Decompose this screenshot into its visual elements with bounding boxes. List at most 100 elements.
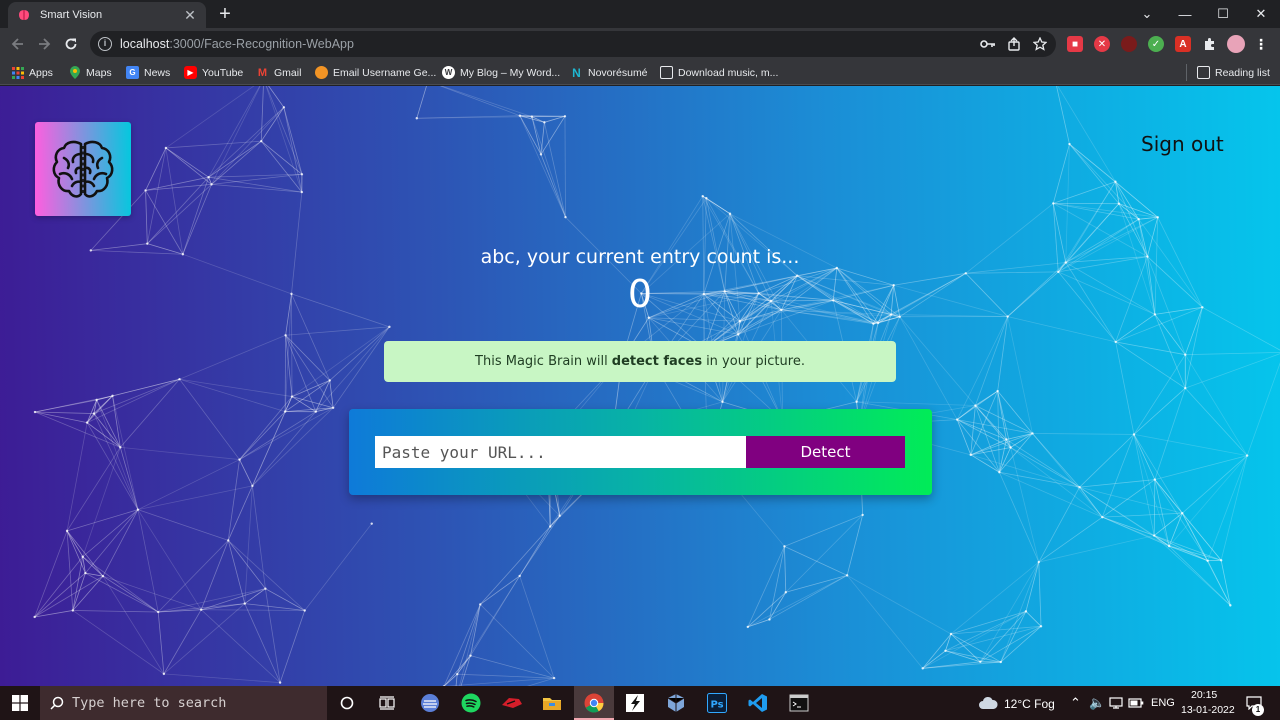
particle-link [283, 107, 303, 193]
particle-dot [33, 615, 36, 619]
virtualbox-icon[interactable] [664, 691, 688, 715]
particle-link [102, 575, 159, 613]
battery-icon[interactable] [1127, 691, 1145, 715]
particle-link [1038, 535, 1155, 563]
particle-dot [552, 676, 556, 680]
reading-list-icon [1197, 66, 1210, 79]
particle-link [1185, 351, 1280, 356]
particle-dot [1068, 142, 1071, 146]
particle-link [846, 575, 952, 635]
particle-link [200, 609, 281, 683]
particle-dot [92, 412, 96, 415]
maximize-button[interactable]: ☐ [1204, 0, 1242, 28]
key-icon[interactable] [980, 36, 996, 52]
particle-dot [415, 117, 418, 120]
volume-icon[interactable]: 🔈 [1089, 695, 1105, 711]
search-icon [50, 696, 64, 710]
address-bar[interactable]: i localhost:3000/Face-Recognition-WebApp [90, 31, 1056, 57]
chrome-icon[interactable] [582, 691, 606, 715]
app-lines-icon[interactable] [418, 691, 442, 715]
bookmark-email-username[interactable]: Email Username Ge... [315, 64, 436, 81]
download-page-icon [660, 66, 673, 79]
task-view-icon[interactable] [375, 691, 399, 715]
particle-link [1207, 455, 1248, 561]
command-prompt-icon[interactable] [787, 691, 811, 715]
block-extension-icon[interactable]: ✕ [1094, 36, 1110, 52]
adblock-extension-icon[interactable]: ■ [1067, 36, 1083, 52]
bookmark-novoresume[interactable]: N Novorésumé [570, 64, 648, 81]
weather-text[interactable]: 12°C Fog [1004, 697, 1055, 711]
particle-link [34, 411, 88, 424]
extensions-puzzle-icon[interactable] [1202, 36, 1218, 52]
bookmark-label: Maps [86, 66, 112, 79]
clock-time[interactable]: 20:15 [1191, 689, 1217, 701]
reload-icon[interactable] [59, 32, 83, 56]
weather-cloud-icon[interactable] [975, 691, 1001, 715]
spotify-icon[interactable] [459, 691, 483, 715]
pdf-extension-icon[interactable]: A [1175, 36, 1191, 52]
particle-dot [549, 525, 552, 528]
back-arrow-icon[interactable] [6, 32, 30, 56]
particle-dot [1184, 353, 1187, 356]
particle-dot [784, 591, 788, 594]
file-explorer-icon[interactable] [540, 691, 564, 715]
profile-avatar[interactable] [1227, 35, 1245, 53]
particle-link [72, 610, 159, 613]
particle-link [1185, 353, 1280, 389]
particle-link [227, 540, 246, 604]
particle-link [1079, 486, 1183, 514]
image-url-input[interactable] [375, 436, 746, 468]
particle-link [266, 86, 303, 175]
particle-link [1102, 516, 1155, 536]
brain-favicon-icon [16, 7, 32, 23]
particle-link [440, 86, 533, 118]
browser-menu-icon[interactable]: ⋮ [1253, 36, 1269, 52]
particle-link [283, 107, 303, 175]
taskbar-search-box[interactable]: Type here to search [40, 686, 327, 720]
detect-button[interactable]: Detect [746, 436, 905, 468]
language-indicator[interactable]: ENG [1151, 697, 1175, 709]
particle-dot [701, 195, 704, 198]
particle-link [285, 326, 390, 336]
minimize-button[interactable]: — [1166, 0, 1204, 28]
network-monitor-icon[interactable] [1107, 691, 1125, 715]
particle-link [66, 530, 84, 557]
youtube-icon: ▶ [184, 66, 197, 79]
particle-link [93, 413, 139, 510]
bookmark-gmail[interactable]: M Gmail [256, 64, 302, 81]
tray-overflow-chevron-icon[interactable]: ⌃ [1070, 695, 1081, 711]
new-tab-button[interactable]: + [214, 4, 236, 26]
game-app-icon[interactable] [500, 691, 524, 715]
particle-dot [207, 175, 210, 179]
reading-list-button[interactable]: Reading list [1186, 64, 1270, 81]
clock-date[interactable]: 13-01-2022 [1181, 704, 1235, 716]
bookmark-download-music[interactable]: Download music, m... [660, 64, 778, 81]
bookmark-news[interactable]: G News [126, 64, 170, 81]
notification-count-badge: 1 [1252, 704, 1264, 716]
particle-dot [564, 215, 567, 219]
forward-arrow-icon[interactable] [32, 32, 56, 56]
vscode-icon[interactable] [746, 691, 770, 715]
particle-link [72, 575, 104, 611]
cortana-circle-icon[interactable] [335, 691, 359, 715]
grammar-extension-icon[interactable]: ✓ [1148, 36, 1164, 52]
bookmark-label: Novorésumé [588, 66, 648, 79]
bookmark-youtube[interactable]: ▶ YouTube [184, 64, 243, 81]
bookmark-maps[interactable]: Maps [68, 64, 112, 81]
share-icon[interactable] [1006, 36, 1022, 52]
bookmark-my-blog[interactable]: W My Blog – My Word... [442, 64, 560, 81]
close-window-button[interactable]: ✕ [1242, 0, 1280, 28]
tab-close-icon[interactable]: ✕ [182, 7, 198, 24]
terminal-app-icon[interactable] [623, 691, 647, 715]
site-info-icon[interactable]: i [98, 37, 112, 51]
record-extension-icon[interactable] [1121, 36, 1137, 52]
sign-out-link[interactable]: Sign out [1141, 132, 1224, 156]
particle-dot [1132, 433, 1136, 436]
browser-tab-smart-vision[interactable]: Smart Vision ✕ [8, 2, 206, 28]
bookmark-apps[interactable]: Apps [11, 64, 53, 81]
particle-dot [1156, 216, 1159, 219]
photoshop-icon[interactable]: Ps [705, 691, 729, 715]
bookmark-star-icon[interactable] [1032, 36, 1048, 52]
tab-search-chevron-icon[interactable]: ⌄ [1128, 0, 1166, 28]
windows-start-button[interactable] [0, 686, 40, 720]
